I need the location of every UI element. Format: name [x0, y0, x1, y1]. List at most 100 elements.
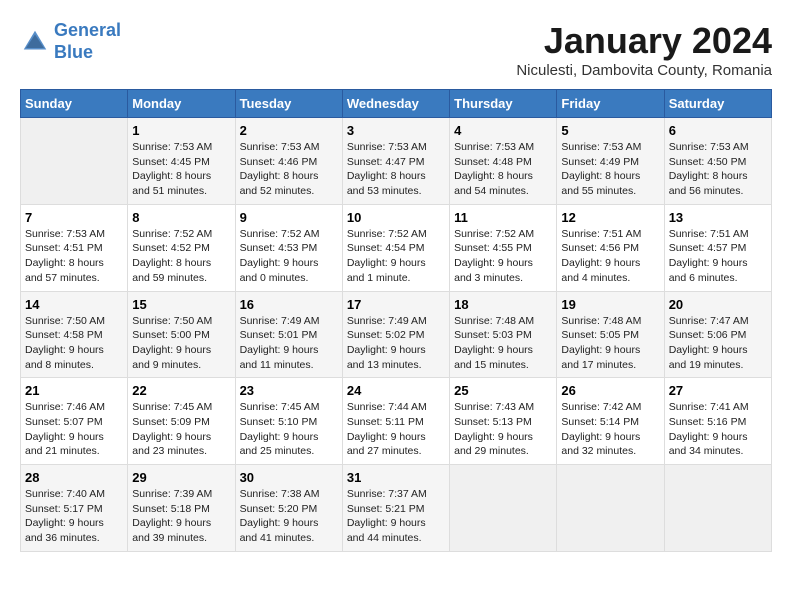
weekday-header-friday: Friday: [557, 90, 664, 118]
month-title: January 2024: [516, 20, 772, 62]
calendar-cell: 12 Sunrise: 7:51 AMSunset: 4:56 PMDayligh…: [557, 204, 664, 291]
weekday-header-sunday: Sunday: [21, 90, 128, 118]
calendar-cell: 19 Sunrise: 7:48 AMSunset: 5:05 PMDayligh…: [557, 291, 664, 378]
day-info: Sunrise: 7:51 AMSunset: 4:57 PMDaylight:…: [669, 227, 767, 286]
calendar-cell: 20Sunrise: 7:47 AMSunset: 5:06 PMDayligh…: [664, 291, 771, 378]
calendar-cell: [21, 118, 128, 205]
day-number: 19: [561, 297, 659, 312]
logo: General Blue: [20, 20, 121, 63]
day-number: 1: [132, 123, 230, 138]
day-info: Sunrise: 7:53 AMSunset: 4:47 PMDaylight:…: [347, 140, 445, 199]
day-info: Sunrise: 7:53 AMSunset: 4:46 PMDaylight:…: [240, 140, 338, 199]
calendar-cell: 23Sunrise: 7:45 AMSunset: 5:10 PMDayligh…: [235, 378, 342, 465]
day-info: Sunrise: 7:48 AMSunset: 5:05 PMDaylight:…: [561, 314, 659, 373]
day-number: 12: [561, 210, 659, 225]
calendar-cell: 15 Sunrise: 7:50 AMSunset: 5:00 PMDayligh…: [128, 291, 235, 378]
day-number: 2: [240, 123, 338, 138]
day-info: Sunrise: 7:38 AMSunset: 5:20 PMDaylight:…: [240, 487, 338, 546]
calendar-cell: 26 Sunrise: 7:42 AMSunset: 5:14 PMDayligh…: [557, 378, 664, 465]
calendar-cell: 16 Sunrise: 7:49 AMSunset: 5:01 PMDayligh…: [235, 291, 342, 378]
day-number: 13: [669, 210, 767, 225]
day-info: Sunrise: 7:50 AMSunset: 5:00 PMDaylight:…: [132, 314, 230, 373]
day-number: 4: [454, 123, 552, 138]
day-info: Sunrise: 7:52 AMSunset: 4:53 PMDaylight:…: [240, 227, 338, 286]
day-number: 11: [454, 210, 552, 225]
day-info: Sunrise: 7:53 AMSunset: 4:49 PMDaylight:…: [561, 140, 659, 199]
calendar-cell: 17 Sunrise: 7:49 AMSunset: 5:02 PMDayligh…: [342, 291, 449, 378]
day-number: 21: [25, 383, 123, 398]
day-info: Sunrise: 7:41 AMSunset: 5:16 PMDaylight:…: [669, 400, 767, 459]
weekday-header-monday: Monday: [128, 90, 235, 118]
day-number: 31: [347, 470, 445, 485]
calendar-cell: [557, 465, 664, 552]
day-number: 29: [132, 470, 230, 485]
calendar-cell: 31Sunrise: 7:37 AMSunset: 5:21 PMDayligh…: [342, 465, 449, 552]
calendar-cell: [664, 465, 771, 552]
day-number: 9: [240, 210, 338, 225]
calendar-cell: 14 Sunrise: 7:50 AMSunset: 4:58 PMDayligh…: [21, 291, 128, 378]
day-number: 17: [347, 297, 445, 312]
day-number: 10: [347, 210, 445, 225]
calendar-cell: 4Sunrise: 7:53 AMSunset: 4:48 PMDaylight…: [450, 118, 557, 205]
day-number: 16: [240, 297, 338, 312]
day-info: Sunrise: 7:43 AMSunset: 5:13 PMDaylight:…: [454, 400, 552, 459]
weekday-header-tuesday: Tuesday: [235, 90, 342, 118]
calendar-cell: 18 Sunrise: 7:48 AMSunset: 5:03 PMDayligh…: [450, 291, 557, 378]
day-info: Sunrise: 7:49 AMSunset: 5:02 PMDaylight:…: [347, 314, 445, 373]
day-number: 6: [669, 123, 767, 138]
calendar-cell: 21 Sunrise: 7:46 AMSunset: 5:07 PMDayligh…: [21, 378, 128, 465]
day-info: Sunrise: 7:46 AMSunset: 5:07 PMDaylight:…: [25, 400, 123, 459]
calendar-cell: 3 Sunrise: 7:53 AMSunset: 4:47 PMDaylight…: [342, 118, 449, 205]
logo-text: General Blue: [54, 20, 121, 63]
calendar-cell: 22 Sunrise: 7:45 AMSunset: 5:09 PMDayligh…: [128, 378, 235, 465]
day-info: Sunrise: 7:48 AMSunset: 5:03 PMDaylight:…: [454, 314, 552, 373]
weekday-header-wednesday: Wednesday: [342, 90, 449, 118]
day-info: Sunrise: 7:51 AMSunset: 4:56 PMDaylight:…: [561, 227, 659, 286]
day-number: 24: [347, 383, 445, 398]
day-info: Sunrise: 7:52 AMSunset: 4:52 PMDaylight:…: [132, 227, 230, 286]
day-number: 20: [669, 297, 767, 312]
calendar-cell: 7Sunrise: 7:53 AMSunset: 4:51 PMDaylight…: [21, 204, 128, 291]
day-number: 26: [561, 383, 659, 398]
day-number: 5: [561, 123, 659, 138]
calendar-cell: 9 Sunrise: 7:52 AMSunset: 4:53 PMDaylight…: [235, 204, 342, 291]
day-info: Sunrise: 7:49 AMSunset: 5:01 PMDaylight:…: [240, 314, 338, 373]
day-number: 27: [669, 383, 767, 398]
page-header: General Blue January 2024 Niculesti, Dam…: [20, 20, 772, 79]
day-number: 23: [240, 383, 338, 398]
calendar-cell: 2 Sunrise: 7:53 AMSunset: 4:46 PMDaylight…: [235, 118, 342, 205]
day-number: 3: [347, 123, 445, 138]
day-number: 15: [132, 297, 230, 312]
calendar-table: SundayMondayTuesdayWednesdayThursdayFrid…: [20, 89, 772, 552]
weekday-header-row: SundayMondayTuesdayWednesdayThursdayFrid…: [21, 90, 772, 118]
calendar-cell: 29Sunrise: 7:39 AMSunset: 5:18 PMDayligh…: [128, 465, 235, 552]
calendar-cell: 27 Sunrise: 7:41 AMSunset: 5:16 PMDayligh…: [664, 378, 771, 465]
calendar-week-5: 28Sunrise: 7:40 AMSunset: 5:17 PMDayligh…: [21, 465, 772, 552]
calendar-cell: 30 Sunrise: 7:38 AMSunset: 5:20 PMDayligh…: [235, 465, 342, 552]
calendar-cell: 6 Sunrise: 7:53 AMSunset: 4:50 PMDaylight…: [664, 118, 771, 205]
day-number: 30: [240, 470, 338, 485]
day-number: 14: [25, 297, 123, 312]
calendar-header: SundayMondayTuesdayWednesdayThursdayFrid…: [21, 90, 772, 118]
calendar-cell: 24 Sunrise: 7:44 AMSunset: 5:11 PMDayligh…: [342, 378, 449, 465]
calendar-cell: 10 Sunrise: 7:52 AMSunset: 4:54 PMDayligh…: [342, 204, 449, 291]
day-info: Sunrise: 7:50 AMSunset: 4:58 PMDaylight:…: [25, 314, 123, 373]
location: Niculesti, Dambovita County, Romania: [516, 62, 772, 79]
day-number: 22: [132, 383, 230, 398]
day-info: Sunrise: 7:53 AMSunset: 4:50 PMDaylight:…: [669, 140, 767, 199]
weekday-header-saturday: Saturday: [664, 90, 771, 118]
calendar-cell: 13 Sunrise: 7:51 AMSunset: 4:57 PMDayligh…: [664, 204, 771, 291]
calendar-cell: 5 Sunrise: 7:53 AMSunset: 4:49 PMDaylight…: [557, 118, 664, 205]
calendar-cell: 8Sunrise: 7:52 AMSunset: 4:52 PMDaylight…: [128, 204, 235, 291]
day-info: Sunrise: 7:44 AMSunset: 5:11 PMDaylight:…: [347, 400, 445, 459]
calendar-week-2: 7Sunrise: 7:53 AMSunset: 4:51 PMDaylight…: [21, 204, 772, 291]
weekday-header-thursday: Thursday: [450, 90, 557, 118]
day-info: Sunrise: 7:45 AMSunset: 5:09 PMDaylight:…: [132, 400, 230, 459]
calendar-cell: [450, 465, 557, 552]
title-block: January 2024 Niculesti, Dambovita County…: [516, 20, 772, 79]
day-info: Sunrise: 7:52 AMSunset: 4:54 PMDaylight:…: [347, 227, 445, 286]
calendar-cell: 25Sunrise: 7:43 AMSunset: 5:13 PMDayligh…: [450, 378, 557, 465]
day-number: 18: [454, 297, 552, 312]
day-info: Sunrise: 7:42 AMSunset: 5:14 PMDaylight:…: [561, 400, 659, 459]
calendar-cell: 1Sunrise: 7:53 AMSunset: 4:45 PMDaylight…: [128, 118, 235, 205]
